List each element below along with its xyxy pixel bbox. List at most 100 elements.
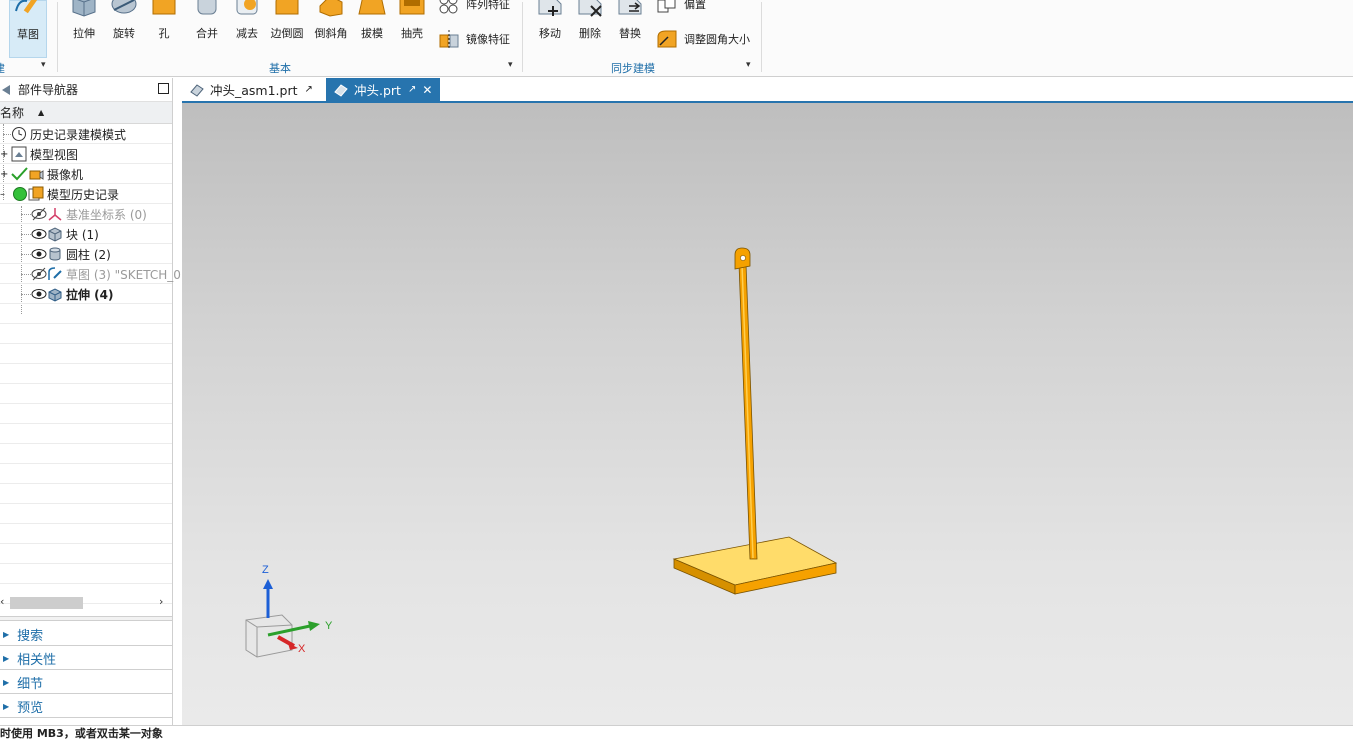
camera-icon	[29, 170, 44, 180]
offset-face-icon	[657, 0, 676, 13]
extrude-icon	[48, 288, 62, 302]
y-axis	[267, 624, 311, 637]
y-axis-label: Y	[325, 620, 333, 632]
tab-label: 冲头_asm1.prt	[210, 83, 298, 98]
expand-arrow-icon: ▶	[3, 702, 10, 711]
navigator-title: 部件导航器	[18, 83, 79, 97]
view-triad[interactable]: Z Y X	[245, 564, 333, 658]
maximize-icon[interactable]	[158, 83, 169, 94]
delete-face-icon	[578, 0, 602, 17]
status-bar: 时使用 MB3，或者双击某一对象	[0, 725, 1353, 739]
expand-icon[interactable]: +	[0, 149, 11, 160]
edge-blend-button[interactable]: 边倒圆	[267, 0, 307, 60]
tree-row-block[interactable]: 块 (1)	[0, 224, 172, 244]
tree-label: 拉伸 (4)	[66, 287, 114, 302]
tab-label: 冲头.prt	[354, 83, 401, 98]
horizontal-scrollbar[interactable]: ‹ ›	[0, 594, 172, 612]
column-header-name[interactable]: 名称 ▲	[0, 102, 172, 124]
panel-preview[interactable]: ▶ 预览	[0, 696, 172, 718]
empty-row	[0, 344, 172, 364]
empty-row	[0, 564, 172, 584]
subtract-icon	[236, 0, 258, 15]
group-label-basic: 基本	[269, 62, 291, 75]
sketch-button[interactable]: 草图	[9, 0, 47, 58]
datum-csys-icon	[48, 208, 62, 221]
visible-eye-icon[interactable]	[31, 226, 47, 242]
graphics-viewport[interactable]: Z Y X	[182, 103, 1353, 725]
hole-button[interactable]: 孔	[144, 0, 184, 60]
status-green-icon	[13, 187, 27, 201]
punch-rod[interactable]	[738, 263, 758, 560]
shell-icon	[399, 0, 425, 15]
tab-assembly[interactable]: 冲头_asm1.prt ↗	[182, 78, 321, 101]
panel-label: 预览	[17, 701, 44, 716]
empty-row	[0, 364, 172, 384]
tree-row-model-history[interactable]: – 模型历史记录	[0, 184, 172, 204]
expand-icon[interactable]: +	[0, 169, 11, 180]
hidden-eye-icon[interactable]	[31, 266, 47, 282]
replace-face-button[interactable]: 替换	[610, 0, 650, 60]
panel-label: 搜索	[17, 629, 44, 644]
visible-eye-icon[interactable]	[31, 286, 47, 302]
pattern-feature-label: 阵列特征	[466, 0, 510, 11]
close-icon[interactable]: ✕	[422, 83, 432, 97]
group-more-sketch[interactable]: ▾	[41, 60, 46, 70]
empty-row	[0, 404, 172, 424]
x-axis-label: X	[298, 643, 306, 655]
tree-row-extrude[interactable]: 拉伸 (4)	[0, 284, 172, 304]
sketch-icon	[48, 267, 62, 280]
tree-row-sketch[interactable]: 草图 (3) "SKETCH_0	[0, 264, 181, 284]
tree-row-cameras[interactable]: + 摄像机	[0, 164, 172, 184]
tree-row-cylinder[interactable]: 圆柱 (2)	[0, 244, 172, 264]
offset-face-button[interactable]: 偏置	[656, 0, 706, 15]
punch-eye[interactable]	[734, 247, 751, 270]
part-navigator: 部件导航器 名称 ▲ 历史记录建模模式 + 模型视图 + 摄像机 – 模型历史记…	[0, 78, 181, 725]
hole-icon	[152, 0, 176, 15]
group-more-basic[interactable]: ▾	[508, 60, 513, 70]
empty-row	[0, 304, 172, 324]
visible-eye-icon[interactable]	[31, 246, 47, 262]
collapse-icon[interactable]: –	[0, 189, 12, 200]
scroll-right-icon[interactable]: ›	[159, 595, 163, 608]
tree-label: 模型历史记录	[47, 187, 120, 202]
mirror-feature-button[interactable]: 镜像特征	[438, 28, 510, 50]
mirror-feature-icon	[439, 30, 459, 48]
tree-row-datum-csys[interactable]: 基准坐标系 (0)	[0, 204, 172, 224]
panel-splitter[interactable]	[0, 616, 172, 621]
clock-icon	[12, 127, 26, 141]
group-more-sync[interactable]: ▾	[746, 60, 751, 70]
tree-row-model-views[interactable]: + 模型视图	[0, 144, 172, 164]
group-label-sync: 同步建模	[611, 62, 655, 75]
tree-label: 摄像机	[47, 167, 84, 182]
modified-icon: ↗	[304, 84, 313, 95]
shell-button[interactable]: 抽壳	[392, 0, 432, 60]
empty-row	[0, 544, 172, 564]
column-header-label: 名称	[0, 106, 25, 120]
resize-blend-button[interactable]: 调整圆角大小	[656, 28, 750, 50]
sketch-icon	[15, 0, 38, 14]
resize-blend-icon	[657, 30, 677, 48]
panel-search[interactable]: ▶ 搜索	[0, 624, 172, 646]
block-icon	[48, 227, 62, 242]
model-history-icon	[28, 186, 44, 201]
hidden-eye-icon[interactable]	[31, 206, 47, 222]
sketch-label: 草图	[17, 28, 39, 41]
scroll-left-icon[interactable]: ‹	[0, 595, 4, 608]
empty-row	[0, 504, 172, 524]
tree-label: 历史记录建模模式	[30, 127, 127, 142]
pattern-feature-button[interactable]: 阵列特征	[438, 0, 510, 15]
scrollbar-thumb[interactable]	[10, 597, 83, 609]
tree-label: 基准坐标系 (0)	[66, 207, 147, 222]
part-file-icon	[190, 83, 204, 97]
document-tab-bar: 冲头_asm1.prt ↗ 冲头.prt ↗ ✕	[182, 78, 1353, 101]
panel-dependencies[interactable]: ▶ 相关性	[0, 648, 172, 670]
tree-row-history-mode[interactable]: 历史记录建模模式	[0, 124, 172, 144]
chamfer-icon	[319, 0, 343, 17]
sort-ascending-icon[interactable]: ▲	[38, 108, 44, 117]
group-label-sketch-partial: 建	[0, 60, 5, 76]
model-views-icon	[11, 146, 27, 162]
modified-icon: ↗	[407, 84, 417, 95]
navigator-tree: 历史记录建模模式 + 模型视图 + 摄像机 – 模型历史记录 基准坐标系 (0)…	[0, 124, 181, 604]
panel-details[interactable]: ▶ 细节	[0, 672, 172, 694]
tab-part[interactable]: 冲头.prt ↗ ✕	[326, 78, 441, 101]
